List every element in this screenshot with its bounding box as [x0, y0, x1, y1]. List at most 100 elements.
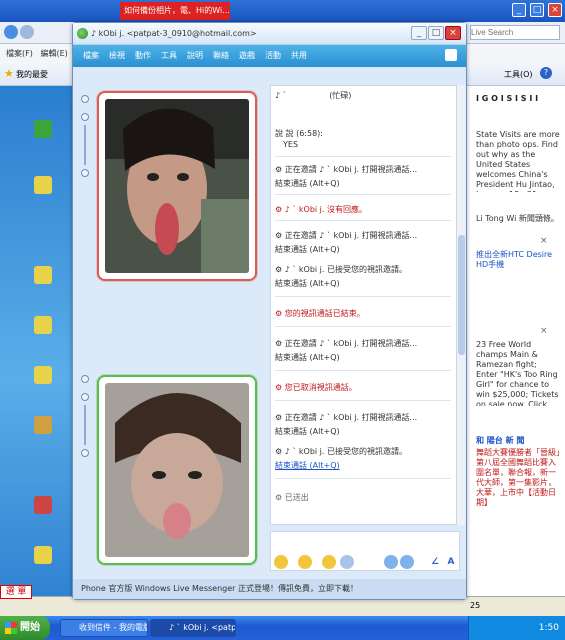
mic-icon[interactable] — [81, 169, 89, 177]
folder-icon[interactable] — [34, 366, 52, 384]
news-item[interactable]: 和 陽台 新 聞 — [476, 436, 560, 446]
message-line: ⚙ 正在邀請 ♪ ` kObi j. 打開視訊通話... — [275, 231, 418, 240]
messenger-title: ♪ kObi j. <patpat-3_0910@hotmail.com> — [91, 29, 257, 38]
folder-icon[interactable] — [34, 266, 52, 284]
menu-item[interactable]: 說明 — [187, 50, 203, 61]
sent-status: ⚙ 已送出 — [275, 493, 309, 502]
nudge-icon[interactable] — [322, 555, 336, 569]
settings-icon[interactable] — [81, 393, 89, 401]
menu-item[interactable]: 聯絡 — [213, 50, 229, 61]
contact-status: ♪ ` (忙碌) — [275, 91, 352, 100]
system-tray: 1:50 — [468, 616, 565, 640]
image-icon[interactable] — [400, 555, 414, 569]
message-toolbar: ∠ A — [270, 553, 465, 573]
start-button[interactable]: 開始 — [0, 616, 50, 640]
news-item[interactable]: 23 Free World champs Main & Ramezan figh… — [476, 340, 560, 406]
volume-slider[interactable] — [84, 405, 86, 445]
message-line: ⚙ 您的視訊通話已結束。 — [275, 309, 365, 318]
browser-title-bar: 如何備份相片，電、Hi的Wi... _ □ × — [0, 0, 565, 22]
remote-webcam-video — [105, 99, 249, 273]
browser-red-tab[interactable]: 如何備份相片，電、Hi的Wi... — [120, 2, 230, 20]
menu-file[interactable]: 檔案(F) — [6, 49, 33, 58]
folder-icon[interactable] — [34, 316, 52, 334]
menu-item[interactable]: 工具 — [161, 50, 177, 61]
tools-menu[interactable]: 工具(O) — [504, 69, 533, 80]
app-icon[interactable] — [34, 496, 52, 514]
maximize-icon[interactable]: □ — [428, 26, 444, 40]
end-call-link[interactable]: 結束通話 (Alt+Q) — [275, 278, 340, 289]
menu-item[interactable]: 檔案 — [83, 50, 99, 61]
divider — [275, 220, 451, 221]
end-call-link[interactable]: 結束通話 (Alt+Q) — [275, 426, 340, 437]
handwriting-icon[interactable]: ∠ — [428, 555, 442, 569]
menu-item[interactable]: 檢視 — [109, 50, 125, 61]
message-line: YES — [283, 140, 299, 149]
divider — [275, 478, 451, 479]
volume-slider[interactable] — [84, 125, 86, 165]
remote-webcam-frame — [97, 91, 257, 281]
voice-clip-icon[interactable] — [340, 555, 354, 569]
help-icon[interactable]: ? — [540, 67, 552, 79]
news-item[interactable]: 舞蹈大賽優勝者「晉級」第八屆全國舞蹈比賽入圍名單，聯合報，新一代大師，第一集影片… — [476, 448, 560, 508]
message-line: ⚙ ♪ ` kObi j. 沒有回應。 — [275, 205, 367, 214]
close-icon[interactable]: × — [548, 3, 562, 17]
emoticon-icon[interactable] — [274, 555, 288, 569]
close-icon[interactable]: × — [445, 26, 461, 40]
local-webcam-video — [105, 383, 249, 557]
menu-item[interactable]: 共用 — [291, 50, 307, 61]
news-item[interactable]: 推出全新HTC Desire HD手機 — [476, 250, 560, 270]
font-icon[interactable]: A — [444, 555, 458, 569]
conversation-scrollbar[interactable] — [456, 85, 465, 525]
menu-item[interactable]: 遊戲 — [239, 50, 255, 61]
end-call-link[interactable]: 結束通話 (Alt+Q) — [275, 178, 340, 189]
taskbar: 開始 收到信件 - 我的電腦... ♪ ` kObi j. <patpat-3.… — [0, 616, 565, 640]
divider — [275, 400, 451, 401]
taskbar-button[interactable]: 收到信件 - 我的電腦... — [60, 619, 148, 637]
wink-icon[interactable] — [298, 555, 312, 569]
folder-icon[interactable] — [34, 176, 52, 194]
end-call-link[interactable]: 結束通話 (Alt+Q) — [275, 352, 340, 363]
start-label: 開始 — [20, 622, 40, 633]
minimize-icon[interactable]: _ — [411, 26, 427, 40]
app-icon[interactable] — [34, 416, 52, 434]
end-call-link[interactable]: 結束通話 (Alt+Q) — [275, 460, 340, 471]
close-icon[interactable]: × — [540, 236, 548, 246]
message-line: ⚙ 正在邀請 ♪ ` kObi j. 打開視訊通話... — [275, 413, 418, 422]
background-icon[interactable] — [384, 555, 398, 569]
menu-item[interactable]: 動作 — [135, 50, 151, 61]
star-icon[interactable]: ★ — [4, 67, 14, 80]
video-controls-top — [79, 95, 91, 205]
clock[interactable]: 1:50 — [539, 623, 559, 633]
maximize-icon[interactable]: □ — [530, 3, 544, 17]
status-text: 25 — [470, 601, 481, 610]
close-icon[interactable]: × — [540, 326, 548, 336]
messenger-footer-ad[interactable]: Phone 官方版 Windows Live Messenger 正式登場！傳訊… — [73, 579, 466, 599]
menu-item[interactable]: 活動 — [265, 50, 281, 61]
settings-icon[interactable] — [81, 113, 89, 121]
message-line: ⚙ ♪ ` kObi j. 已接受您的視訊邀請。 — [275, 265, 407, 274]
menu-edit[interactable]: 編輯(E) — [40, 49, 67, 58]
messenger-menu-bar: 檔案 檢視 動作 工具 說明 聯絡 遊戲 活動 共用 — [73, 45, 466, 67]
end-call-link[interactable]: 結束通話 (Alt+Q) — [275, 244, 340, 255]
favorites-label[interactable]: 我的最愛 — [16, 69, 48, 80]
messenger-logo-icon — [77, 28, 88, 39]
scrollbar-thumb[interactable] — [458, 235, 465, 355]
options-icon[interactable] — [445, 49, 457, 61]
folder-icon[interactable] — [34, 546, 52, 564]
recycle-bin-icon[interactable] — [34, 120, 52, 138]
local-webcam-frame — [97, 375, 257, 565]
forward-icon[interactable] — [20, 25, 34, 39]
message-line: ⚙ ♪ ` kObi j. 已接受您的視訊邀請。 — [275, 447, 407, 456]
back-icon[interactable] — [4, 25, 18, 39]
message-line: ⚙ 您已取消視訊通話。 — [275, 383, 357, 392]
pause-icon[interactable] — [81, 95, 89, 103]
minimize-icon[interactable]: _ — [512, 3, 526, 17]
mic-icon[interactable] — [81, 449, 89, 457]
conversation-history: ♪ ` (忙碌) 說 說 (6:58): YES ⚙ 正在邀請 ♪ ` kObi… — [270, 85, 460, 525]
windows-logo-icon — [5, 622, 17, 634]
news-item[interactable]: Li Tong Wi 新聞頭條。 — [476, 214, 560, 224]
pause-icon[interactable] — [81, 375, 89, 383]
search-input[interactable] — [470, 25, 560, 40]
taskbar-button[interactable]: ♪ ` kObi j. <patpat-3... — [150, 619, 236, 637]
news-item[interactable]: State Visits are more than photo ops. Fi… — [476, 130, 560, 192]
